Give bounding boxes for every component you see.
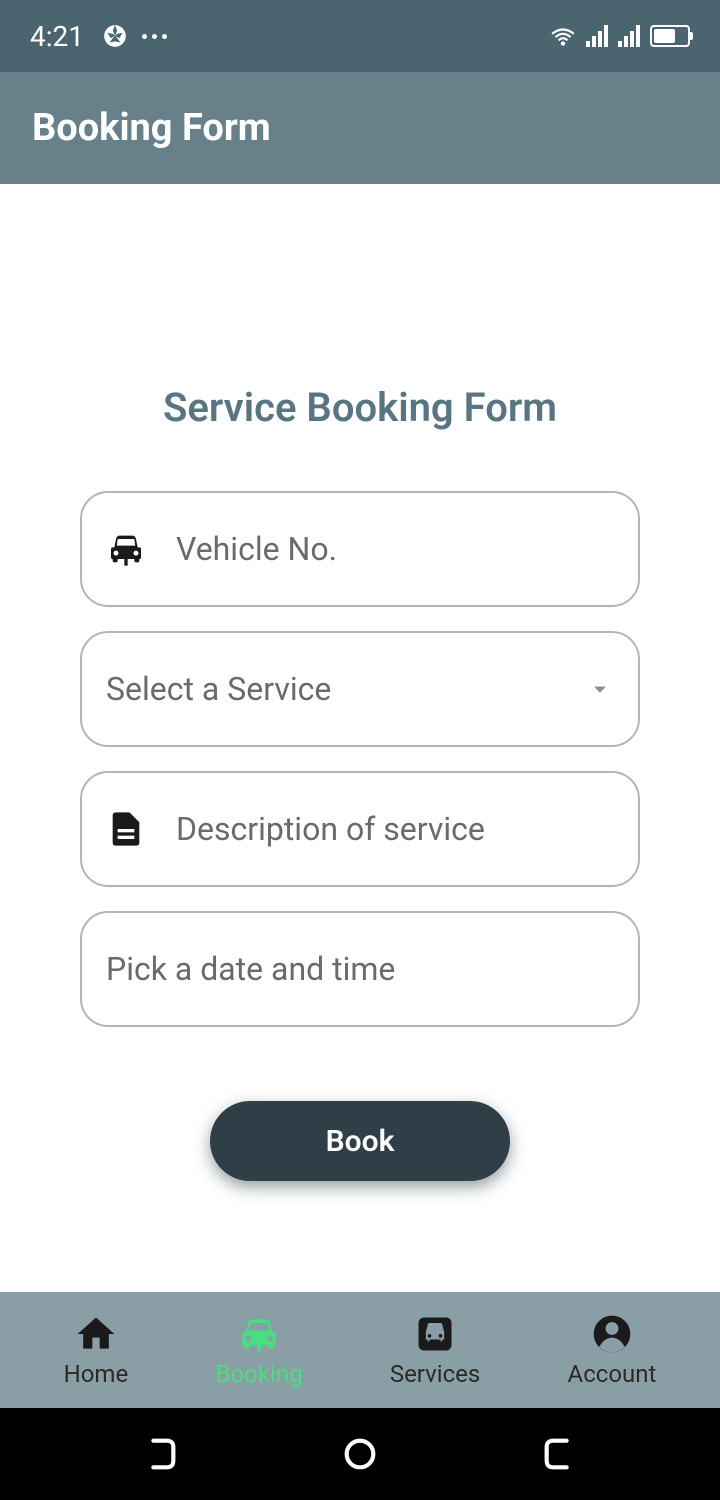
soccer-icon [102, 23, 128, 49]
book-button-label: Book [326, 1124, 395, 1159]
home-icon [74, 1312, 118, 1356]
car-icon [237, 1312, 281, 1356]
recent-apps-button[interactable] [140, 1434, 180, 1474]
datetime-placeholder: Pick a date and time [106, 950, 614, 988]
nav-services-label: Services [390, 1360, 480, 1388]
app-bar-title: Booking Form [32, 106, 271, 150]
car-icon [106, 529, 146, 569]
signal-bars-1-icon [586, 25, 608, 47]
document-icon [106, 809, 146, 849]
nav-account-label: Account [568, 1360, 657, 1388]
status-icons-group [102, 23, 167, 49]
status-left: 4:21 [30, 20, 167, 53]
vehicle-placeholder: Vehicle No. [176, 530, 614, 568]
account-icon [590, 1312, 634, 1356]
status-time: 4:21 [30, 20, 84, 53]
wifi-icon [550, 23, 576, 49]
nav-booking[interactable]: Booking [215, 1312, 302, 1388]
service-select[interactable]: Select a Service [80, 631, 640, 747]
description-input[interactable]: Description of service [80, 771, 640, 887]
nav-booking-label: Booking [215, 1360, 302, 1388]
status-right [550, 23, 690, 49]
nav-account[interactable]: Account [568, 1312, 657, 1388]
main-content: Service Booking Form Vehicle No. Select … [0, 184, 720, 1292]
home-button[interactable] [340, 1434, 380, 1474]
dots-icon [142, 34, 167, 39]
services-icon [413, 1312, 457, 1356]
datetime-input[interactable]: Pick a date and time [80, 911, 640, 1027]
description-placeholder: Description of service [176, 810, 614, 848]
bottom-nav: Home Booking Services Account [0, 1292, 720, 1408]
app-bar: Booking Form [0, 72, 720, 184]
form-title: Service Booking Form [80, 384, 640, 431]
battery-icon [650, 25, 690, 47]
nav-home-label: Home [64, 1360, 129, 1388]
book-button[interactable]: Book [210, 1101, 510, 1181]
signal-bars-2-icon [618, 25, 640, 47]
status-bar: 4:21 [0, 0, 720, 72]
chevron-down-icon [586, 675, 614, 703]
back-button[interactable] [540, 1434, 580, 1474]
nav-home[interactable]: Home [64, 1312, 129, 1388]
system-nav [0, 1408, 720, 1500]
service-placeholder: Select a Service [106, 670, 586, 708]
nav-services[interactable]: Services [390, 1312, 480, 1388]
vehicle-number-input[interactable]: Vehicle No. [80, 491, 640, 607]
